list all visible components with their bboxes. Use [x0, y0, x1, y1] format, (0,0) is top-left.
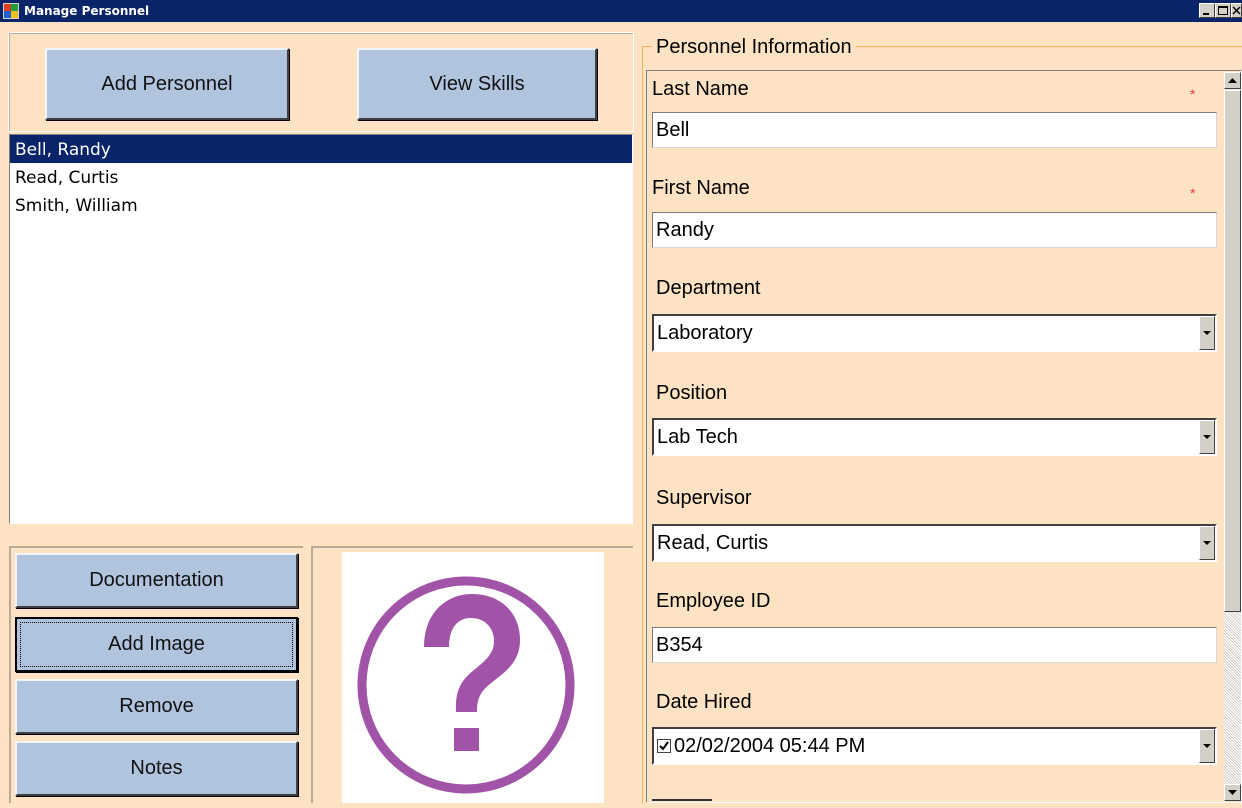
remove-button[interactable]: Remove [15, 679, 298, 734]
top-button-panel: Add Personnel View Skills [8, 32, 634, 132]
position-label: Position [656, 382, 728, 404]
list-item[interactable]: Read, Curtis [10, 163, 632, 191]
required-marker: * [1190, 86, 1196, 102]
supervisor-select[interactable]: Read, Curtis [652, 524, 1217, 562]
date-hired-picker[interactable]: 02/02/2004 05:44 PM [652, 727, 1217, 765]
notes-button[interactable]: Notes [15, 741, 298, 796]
scrollbar-track[interactable] [1224, 612, 1241, 784]
supervisor-label: Supervisor [656, 487, 752, 509]
employee-id-field[interactable]: B354 [652, 627, 1217, 663]
position-select[interactable]: Lab Tech [652, 418, 1217, 456]
chevron-down-icon[interactable] [1199, 526, 1215, 560]
employee-id-label: Employee ID [656, 590, 771, 612]
view-skills-button[interactable]: View Skills [357, 48, 597, 120]
date-hired-checkbox[interactable] [657, 739, 671, 753]
question-mark-icon [357, 576, 575, 794]
app-icon [3, 3, 19, 19]
form-scrollbar[interactable] [1224, 72, 1241, 801]
window-title: Manage Personnel [24, 4, 150, 18]
department-label: Department [656, 277, 761, 299]
list-item[interactable]: Smith, William [10, 191, 632, 219]
supervisor-value: Read, Curtis [657, 532, 769, 554]
scroll-up-arrow-icon[interactable] [1224, 72, 1241, 89]
scrollbar-thumb[interactable] [1224, 90, 1241, 612]
group-title: Personnel Information [652, 36, 856, 59]
scroll-down-arrow-icon[interactable] [1224, 784, 1241, 801]
title-bar: Manage Personnel [0, 0, 1242, 22]
minimize-button[interactable] [1199, 3, 1215, 18]
date-hired-value: 02/02/2004 05:44 PM [674, 735, 866, 757]
chevron-down-icon[interactable] [1199, 420, 1215, 454]
required-marker: * [1190, 185, 1196, 201]
add-personnel-button[interactable]: Add Personnel [45, 48, 289, 120]
position-value: Lab Tech [657, 426, 738, 448]
first-name-label: First Name [652, 177, 750, 199]
documentation-button[interactable]: Documentation [15, 553, 298, 608]
last-name-field[interactable]: Bell [652, 112, 1217, 148]
checkmark-icon [659, 741, 669, 751]
date-hired-label: Date Hired [656, 691, 752, 713]
department-value: Laboratory [657, 322, 753, 344]
department-select[interactable]: Laboratory [652, 314, 1217, 352]
chevron-down-icon[interactable] [1199, 729, 1215, 763]
personnel-image [342, 552, 604, 803]
chevron-down-icon[interactable] [1199, 316, 1215, 350]
first-name-field[interactable]: Randy [652, 212, 1217, 248]
personnel-list[interactable]: Bell, Randy Read, Curtis Smith, William [9, 134, 633, 524]
list-item[interactable]: Bell, Randy [10, 135, 632, 163]
last-name-label: Last Name [652, 78, 749, 100]
cut-off-field-label [652, 790, 732, 803]
add-image-button[interactable]: Add Image [15, 617, 298, 672]
maximize-button[interactable] [1215, 3, 1231, 18]
close-button[interactable] [1231, 3, 1242, 18]
